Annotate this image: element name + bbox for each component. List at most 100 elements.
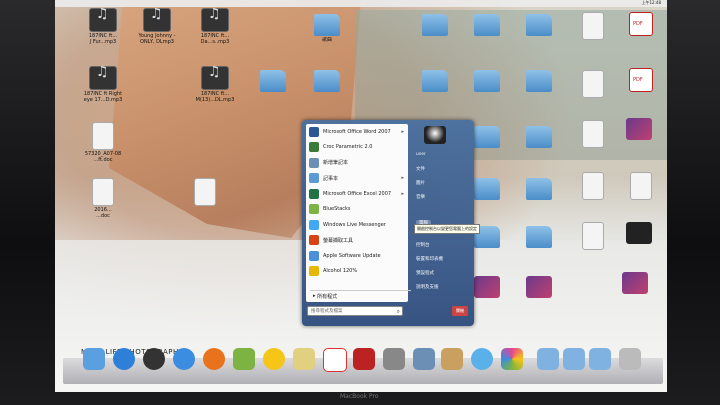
desktop-file-icon[interactable]: 57320_A07-08 ...ft.doc — [83, 122, 123, 163]
menubar: 上午12:48 — [55, 0, 667, 7]
photos-icon[interactable] — [501, 348, 523, 370]
desktop-file-icon[interactable] — [621, 172, 661, 201]
place-music[interactable]: 音樂 — [416, 194, 425, 200]
place-pictures[interactable]: 圖片 — [416, 180, 425, 186]
desktop-file-icon[interactable]: 187INC ft... Da...s..mp3 — [195, 8, 235, 45]
program-item-alcohol[interactable]: Alcohol 120% — [306, 264, 408, 280]
program-item-excel[interactable]: Microsoft Office Excel 2007 ▸ — [306, 186, 408, 202]
document-icon — [582, 222, 604, 250]
desktop-screen: 上午12:48 187INC ft... J Fur...mp3 Young J… — [55, 0, 667, 392]
snipping-tool-icon — [309, 235, 319, 246]
desktop-folder[interactable] — [307, 70, 347, 93]
photobooth-icon[interactable] — [353, 348, 375, 370]
appstore-icon[interactable] — [113, 348, 135, 370]
desktop-folder[interactable]: 歌曲 — [307, 14, 347, 43]
user-avatar[interactable] — [424, 126, 446, 144]
itunes-icon[interactable] — [471, 348, 493, 370]
video-file-icon — [474, 276, 500, 298]
desktop-file-icon[interactable] — [573, 120, 613, 149]
document-icon — [582, 172, 604, 200]
preview-icon[interactable] — [413, 348, 435, 370]
desktop-folder[interactable] — [415, 14, 455, 37]
desktop-folder[interactable] — [519, 178, 559, 201]
start-menu-places: user 文件 圖片 音樂 電腦 控制台 裝置和印表機 預設程式 說明及支援 — [412, 124, 470, 302]
calendar-icon[interactable] — [323, 348, 347, 372]
menubar-clock[interactable]: 上午12:48 — [641, 0, 661, 6]
apple-update-icon — [309, 250, 319, 261]
folder-icon[interactable] — [589, 348, 611, 370]
desktop-file-icon[interactable] — [573, 222, 613, 251]
desktop-file-icon[interactable] — [573, 172, 613, 201]
desktop-file-icon[interactable] — [621, 12, 661, 37]
place-control-panel[interactable]: 控制台 — [416, 242, 430, 248]
place-default-programs[interactable]: 預設程式 — [416, 270, 434, 276]
desktop-folder[interactable] — [415, 70, 455, 93]
start-menu: Microsoft Office Word 2007 ▸ Croc Paramet… — [302, 120, 480, 326]
safari-icon[interactable] — [173, 348, 195, 370]
music-file-icon — [201, 66, 229, 90]
photos-app-icon[interactable] — [441, 348, 463, 370]
pdf-icon — [629, 68, 653, 92]
program-item-apple-update[interactable]: Apple Software Update — [306, 248, 408, 264]
finder-icon[interactable] — [83, 348, 105, 370]
folder-icon — [526, 226, 552, 248]
desktop-file-icon[interactable] — [573, 70, 613, 99]
desktop-folder[interactable] — [253, 70, 293, 93]
desktop-folder[interactable] — [519, 70, 559, 93]
desktop-folder[interactable] — [467, 70, 507, 93]
desktop-folder[interactable] — [467, 14, 507, 37]
folder-icon[interactable] — [563, 348, 585, 370]
program-item-snipping-tool[interactable]: 螢幕擷取工具 — [306, 233, 408, 249]
place-devices-printers[interactable]: 裝置和印表機 — [416, 256, 443, 262]
desktop-app-icon[interactable] — [615, 272, 655, 295]
android-icon[interactable] — [233, 348, 255, 370]
dock: MAKE LIFE PHOTOGRAPHIC — [63, 340, 663, 388]
shutdown-button[interactable]: 關機 — [452, 306, 468, 316]
desktop-file-icon[interactable] — [185, 178, 225, 207]
trash-icon[interactable] — [619, 348, 641, 370]
desktop-app-icon[interactable] — [619, 222, 659, 245]
desktop-app-icon[interactable] — [619, 118, 659, 141]
place-user[interactable]: user — [416, 152, 426, 157]
desktop-file-icon[interactable] — [621, 68, 661, 93]
folder-icon — [422, 70, 448, 92]
notebook-icon — [309, 157, 319, 168]
desktop-app-icon[interactable] — [519, 276, 559, 299]
folder-icon — [526, 14, 552, 36]
smiley-icon[interactable] — [263, 348, 285, 370]
all-programs-button[interactable]: ▸ 所有程式 — [310, 290, 411, 301]
desktop-file-icon[interactable]: 187INC ft... J Fur...mp3 — [83, 8, 123, 45]
desktop-file-icon[interactable]: 187INC ft... M(13)...DL.mp3 — [195, 66, 235, 103]
start-search-input[interactable]: 搜尋程式及檔案 ⌕ — [307, 306, 403, 316]
folder-icon — [260, 70, 286, 92]
place-help[interactable]: 說明及支援 — [416, 284, 439, 290]
program-item-creo[interactable]: Croc Parametric 2.0 — [306, 140, 408, 156]
place-documents[interactable]: 文件 — [416, 166, 425, 172]
program-item-notebook[interactable]: 新增筆記本 — [306, 155, 408, 171]
mixer-icon[interactable] — [383, 348, 405, 370]
desktop-folder[interactable] — [519, 126, 559, 149]
program-item-bluestacks[interactable]: BlueStacks — [306, 202, 408, 218]
folder-icon — [474, 70, 500, 92]
music-file-icon — [89, 66, 117, 90]
document-icon — [92, 178, 114, 206]
music-file-icon — [89, 8, 117, 32]
dashboard-icon[interactable] — [143, 348, 165, 370]
bluestacks-icon — [309, 204, 319, 215]
program-item-messenger[interactable]: Windows Live Messenger — [306, 217, 408, 233]
desktop-file-icon[interactable] — [573, 12, 613, 41]
app-icon — [626, 222, 652, 244]
folder-icon[interactable] — [537, 348, 559, 370]
desktop-file-icon[interactable]: Young Johnny - ONLY, DLmp3 — [137, 8, 177, 45]
document-icon — [92, 122, 114, 150]
notes-icon[interactable] — [293, 348, 315, 370]
app-icon — [622, 272, 648, 294]
program-item-word[interactable]: Microsoft Office Word 2007 ▸ — [306, 124, 408, 140]
desktop-folder[interactable] — [519, 226, 559, 249]
firefox-icon[interactable] — [203, 348, 225, 370]
document-icon — [582, 12, 604, 40]
desktop-file-icon[interactable]: 2016... ...doc — [83, 178, 123, 219]
desktop-folder[interactable] — [519, 14, 559, 37]
desktop-file-icon[interactable]: 187INC ft Right eye 17...D.mp3 — [83, 66, 123, 103]
program-item-notepad[interactable]: 記事本 ▸ — [306, 171, 408, 187]
